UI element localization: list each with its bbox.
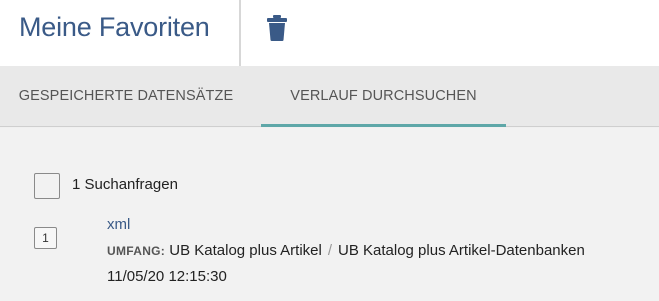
- history-panel: [0, 128, 659, 301]
- history-query-link[interactable]: xml: [107, 216, 130, 233]
- history-scope: UMFANG: UB Katalog plus Artikel / UB Katal…: [107, 242, 585, 259]
- trash-icon: [267, 15, 287, 41]
- history-timestamp: 11/05/20 12:15:30: [107, 268, 227, 285]
- history-item-index[interactable]: 1: [34, 227, 57, 249]
- tab-saved-records[interactable]: GESPEICHERTE DATENSÄTZE: [0, 66, 252, 126]
- query-count-label: 1 Suchanfragen: [72, 176, 178, 193]
- header-divider: [239, 0, 241, 66]
- tab-bar: GESPEICHERTE DATENSÄTZE VERLAUF DURCHSUC…: [0, 66, 659, 127]
- page-title: Meine Favoriten: [19, 12, 210, 42]
- scope-primary: UB Katalog plus Artikel: [169, 242, 322, 259]
- tab-search-history[interactable]: VERLAUF DURCHSUCHEN: [261, 66, 506, 126]
- scope-separator: /: [327, 242, 333, 259]
- delete-favorites-button[interactable]: [266, 14, 288, 42]
- select-all-checkbox[interactable]: [34, 173, 60, 199]
- scope-label: UMFANG:: [107, 244, 166, 258]
- header-bar: Meine Favoriten: [0, 0, 659, 66]
- active-tab-indicator: [261, 124, 506, 127]
- scope-secondary: UB Katalog plus Artikel-Datenbanken: [338, 242, 585, 259]
